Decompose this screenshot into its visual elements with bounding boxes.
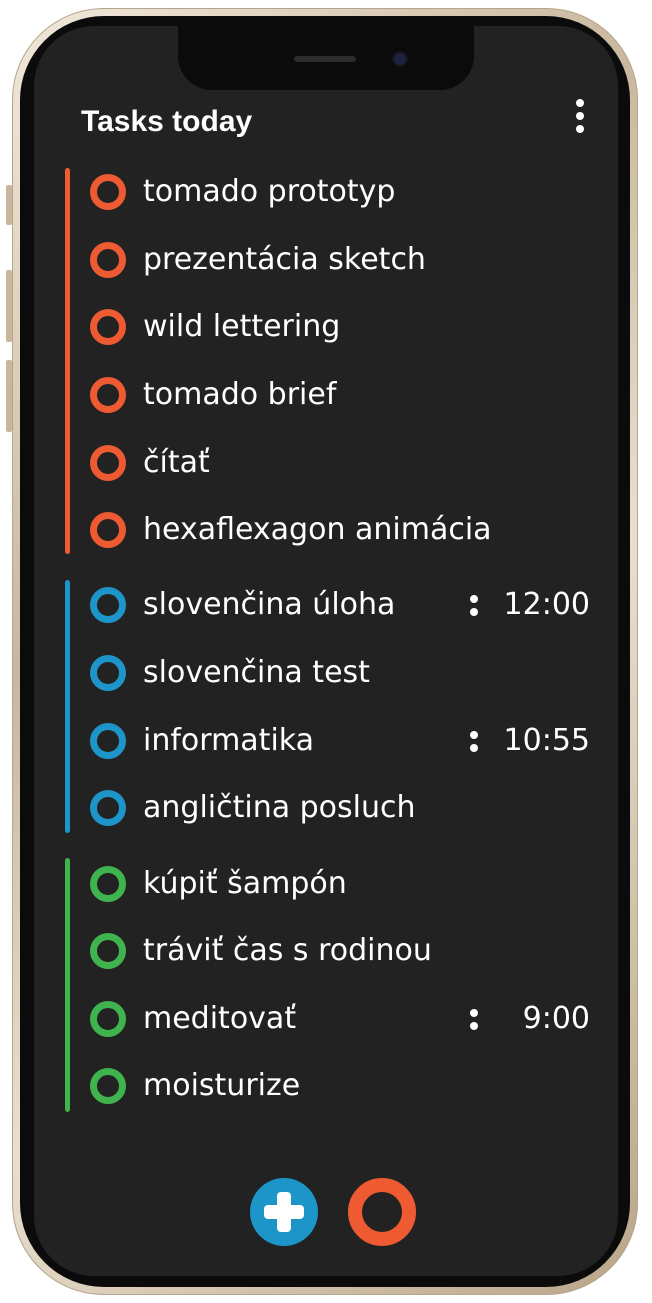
task-label: tomado prototyp xyxy=(143,174,396,209)
task-item[interactable]: slovenčina test xyxy=(90,653,590,693)
task-label: hexaflexagon animácia xyxy=(143,512,492,547)
task-label: čítať xyxy=(143,445,210,480)
group-bar-school xyxy=(65,580,70,833)
task-item[interactable]: tomado brief xyxy=(90,375,590,415)
group-bar-personal xyxy=(65,858,70,1112)
task-label: slovenčina test xyxy=(143,655,370,690)
ring-icon[interactable] xyxy=(90,723,126,759)
vertical-ellipsis-icon[interactable] xyxy=(566,94,594,138)
plus-icon xyxy=(264,1205,304,1219)
task-label: kúpiť šampón xyxy=(143,866,347,901)
ring-icon[interactable] xyxy=(90,174,126,210)
group-bar-work xyxy=(65,168,70,554)
drag-handle-icon[interactable] xyxy=(470,730,478,752)
drag-handle-icon[interactable] xyxy=(470,594,478,616)
ring-icon[interactable] xyxy=(90,790,126,826)
ring-icon[interactable] xyxy=(90,512,126,548)
add-task-button[interactable] xyxy=(250,1178,318,1246)
drag-handle-icon[interactable] xyxy=(470,1008,478,1030)
task-label: informatika xyxy=(143,723,315,758)
time-value: 12:00 xyxy=(503,587,590,622)
task-item[interactable]: prezentácia sketch xyxy=(90,240,590,280)
task-item[interactable]: čítať xyxy=(90,443,590,483)
ring-icon[interactable] xyxy=(90,587,126,623)
task-item[interactable]: tomado prototyp xyxy=(90,172,590,212)
ring-icon[interactable] xyxy=(90,445,126,481)
task-label: tomado brief xyxy=(143,377,337,412)
task-label: tráviť čas s rodinou xyxy=(143,933,432,968)
camera-icon xyxy=(394,53,406,65)
task-time[interactable]: 12:00 xyxy=(470,585,590,625)
ring-icon[interactable] xyxy=(90,309,126,345)
focus-button[interactable] xyxy=(348,1178,416,1246)
ring-icon[interactable] xyxy=(90,933,126,969)
speaker-grille xyxy=(294,56,356,62)
ring-icon[interactable] xyxy=(90,377,126,413)
task-item[interactable]: moisturize xyxy=(90,1066,590,1106)
side-button-volume-down xyxy=(6,360,12,432)
task-label: angličtina posluch xyxy=(143,790,416,825)
time-value: 9:00 xyxy=(522,1001,590,1036)
task-label: slovenčina úloha xyxy=(143,587,396,622)
task-time[interactable]: 10:55 xyxy=(470,721,590,761)
task-item[interactable]: tráviť čas s rodinou xyxy=(90,931,590,971)
task-item[interactable]: wild lettering xyxy=(90,307,590,347)
ring-icon[interactable] xyxy=(90,1001,126,1037)
task-time[interactable]: 9:00 xyxy=(470,999,590,1039)
notch xyxy=(178,26,474,90)
ring-icon[interactable] xyxy=(90,655,126,691)
task-item[interactable]: hexaflexagon animácia xyxy=(90,510,590,550)
task-item[interactable]: angličtina posluch xyxy=(90,788,590,828)
time-value: 10:55 xyxy=(503,723,590,758)
ring-icon[interactable] xyxy=(90,242,126,278)
task-item[interactable]: kúpiť šampón xyxy=(90,864,590,904)
task-label: meditovať xyxy=(143,1001,297,1036)
side-button-volume-up xyxy=(6,270,12,342)
task-item[interactable]: meditovať 9:00 xyxy=(90,999,590,1039)
side-button-mute xyxy=(6,185,12,225)
ring-icon[interactable] xyxy=(90,866,126,902)
task-label: prezentácia sketch xyxy=(143,242,426,277)
page-title: Tasks today xyxy=(81,105,253,138)
task-label: wild lettering xyxy=(143,309,341,344)
app-screen: Tasks today tomado prototyp prezentácia … xyxy=(34,26,618,1276)
task-label: moisturize xyxy=(143,1068,301,1103)
ring-icon[interactable] xyxy=(90,1068,126,1104)
task-item[interactable]: informatika 10:55 xyxy=(90,721,590,761)
task-item[interactable]: slovenčina úloha 12:00 xyxy=(90,585,590,625)
